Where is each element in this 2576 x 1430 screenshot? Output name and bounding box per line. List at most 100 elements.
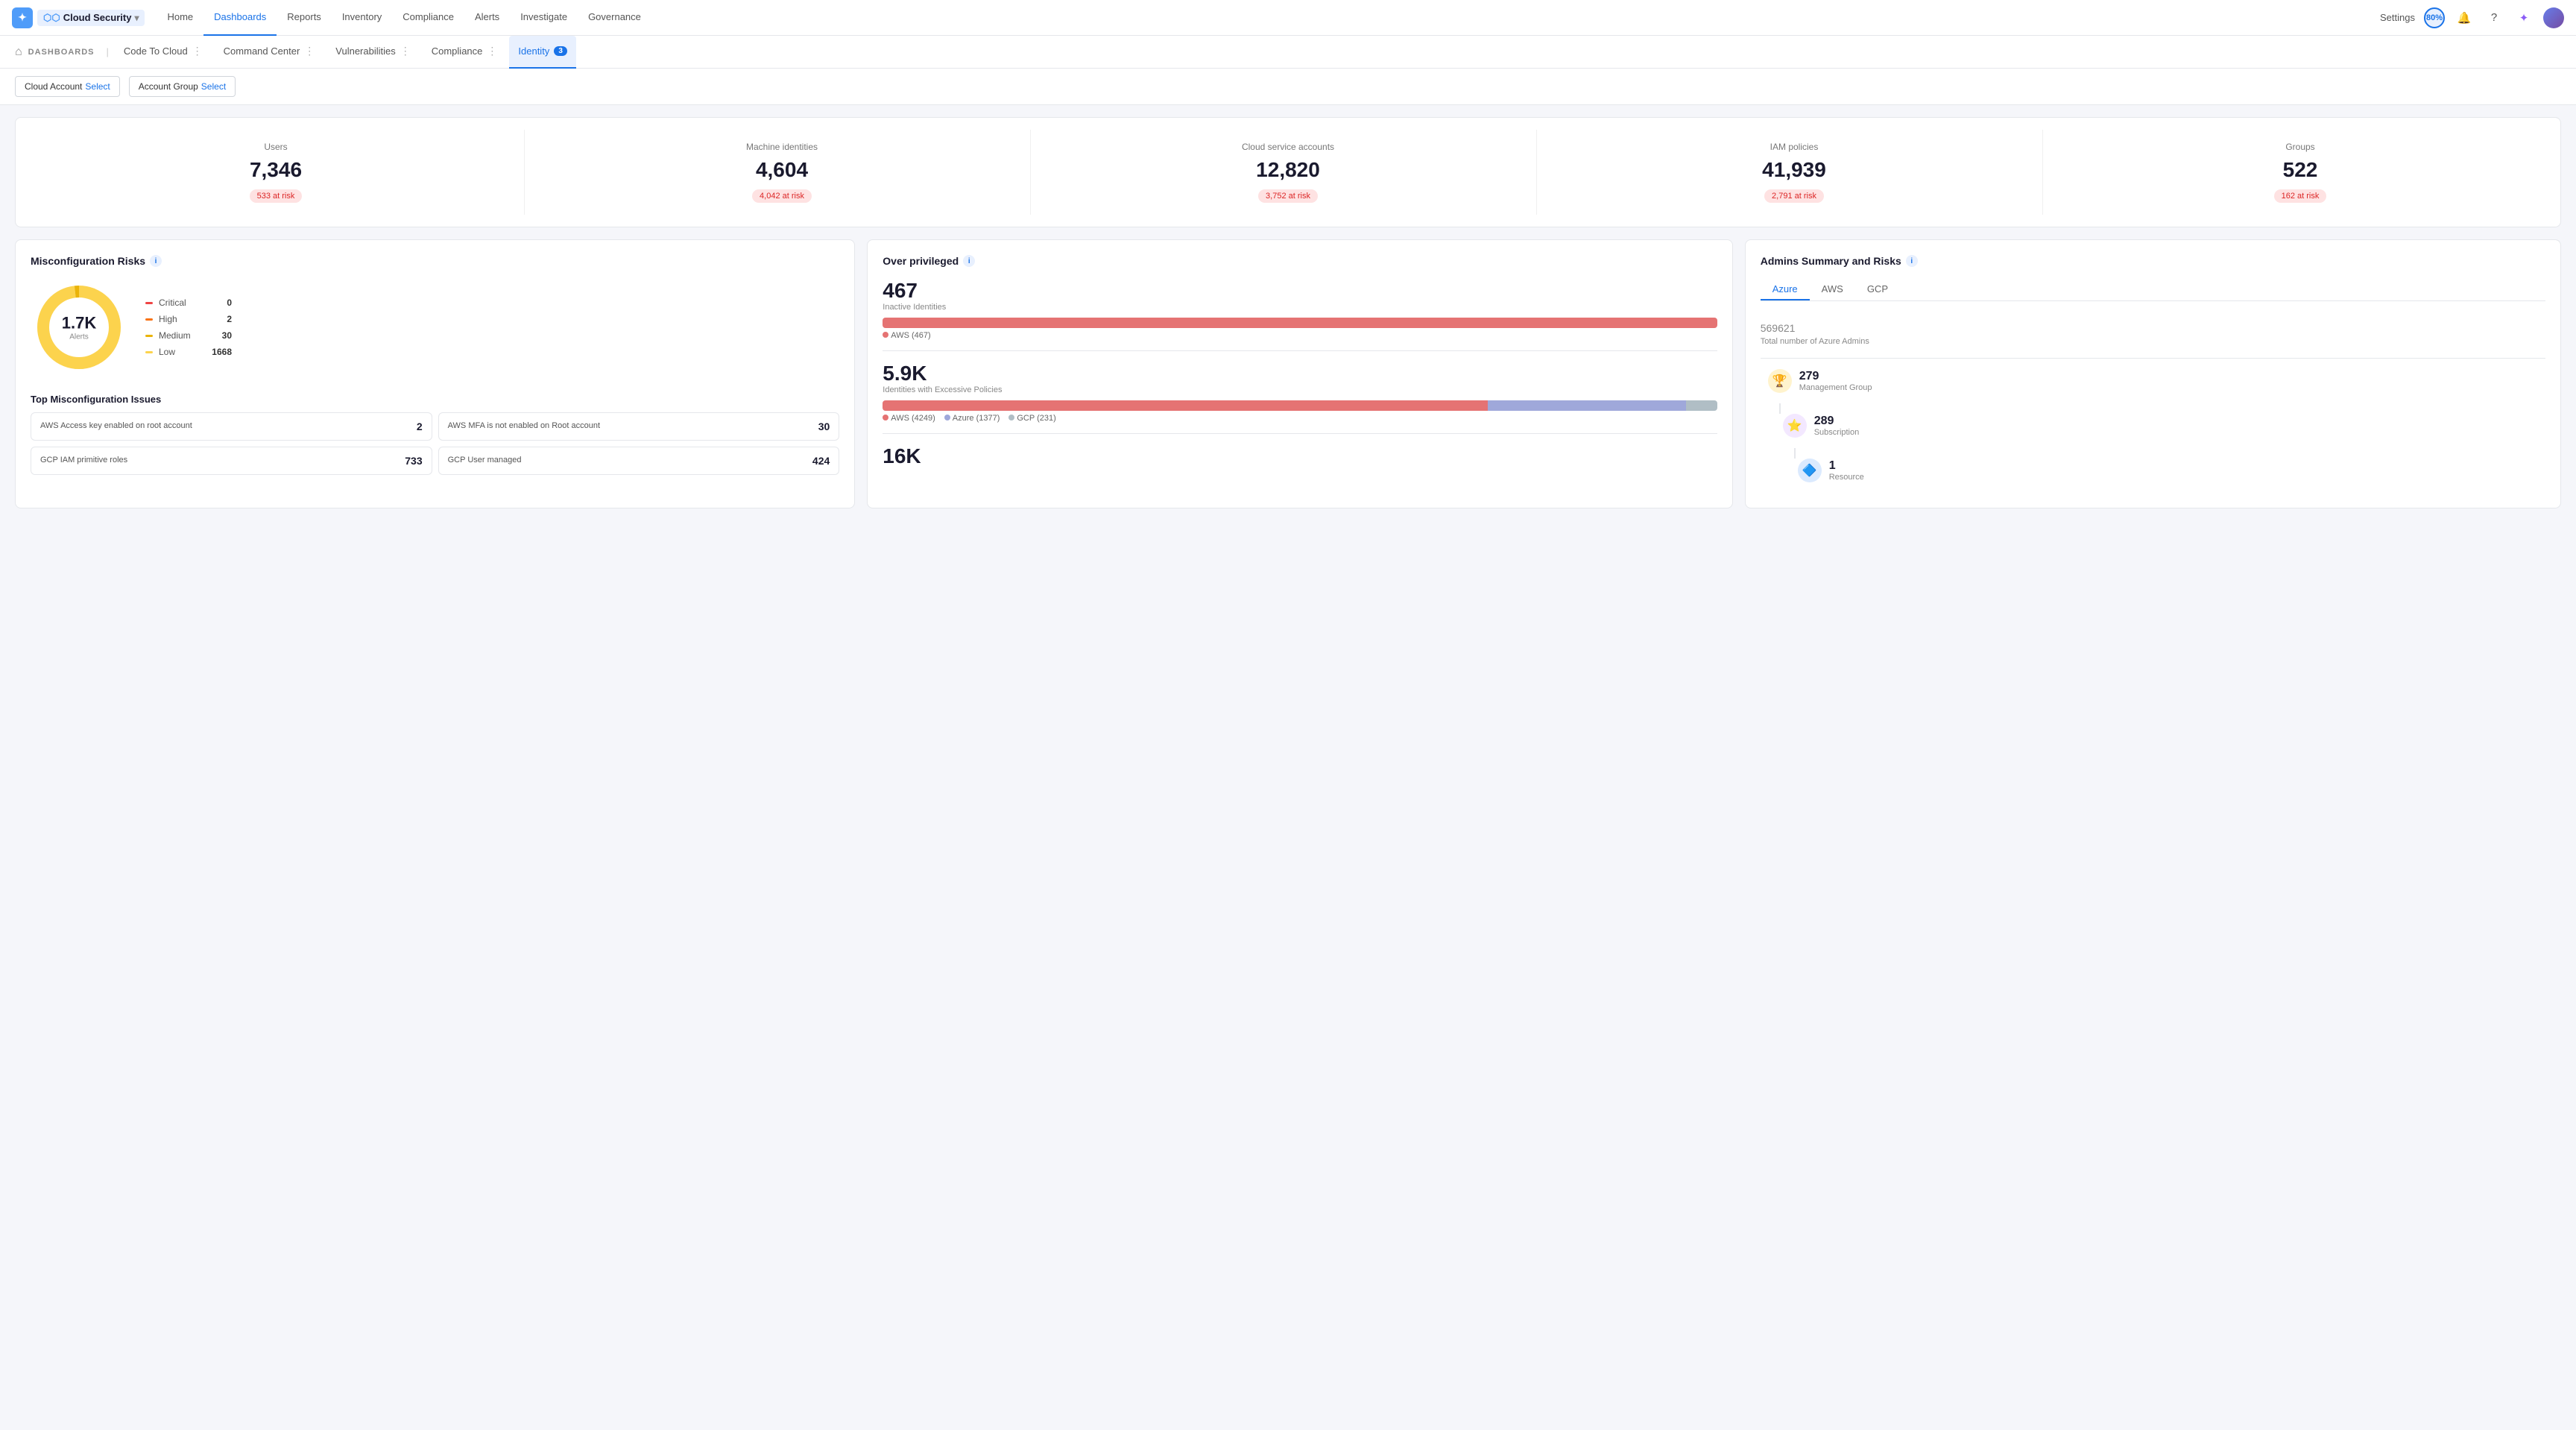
resource-info: 1 Resource	[1829, 459, 1864, 482]
users-label: Users	[264, 142, 287, 152]
tree-connector-1	[1779, 403, 1781, 414]
over-priv-info-icon[interactable]: i	[963, 255, 975, 267]
nav-alerts[interactable]: Alerts	[464, 0, 510, 36]
help-icon[interactable]: ?	[2484, 7, 2504, 28]
stat-card-cloud-service[interactable]: Cloud service accounts 12,820 3,752 at r…	[1040, 130, 1537, 215]
issues-grid: AWS Access key enabled on root account 2…	[31, 412, 839, 475]
management-group-value: 279	[1799, 370, 1872, 383]
tab-compliance[interactable]: Compliance ⋮	[423, 36, 507, 69]
admin-tab-aws[interactable]: AWS	[1810, 279, 1855, 300]
tab-identity[interactable]: Identity 3	[509, 36, 575, 69]
inactive-bar-legend: AWS (467)	[883, 331, 1717, 340]
stat-card-machine[interactable]: Machine identities 4,604 4,042 at risk	[534, 130, 1031, 215]
groups-risk: 162 at risk	[2274, 189, 2327, 203]
settings-link[interactable]: Settings	[2380, 12, 2415, 23]
main-content: Users 7,346 533 at risk Machine identiti…	[0, 105, 2576, 520]
tree-connector-2	[1794, 448, 1796, 459]
admins-summary-panel: Admins Summary and Risks i Azure AWS GCP…	[1745, 239, 2561, 508]
issue-2[interactable]: GCP IAM primitive roles 733	[31, 447, 432, 475]
nav-home[interactable]: Home	[157, 0, 203, 36]
bottom-stat-section: 16K	[883, 444, 1717, 468]
excessive-label: Identities with Excessive Policies	[883, 385, 1717, 394]
stat-card-iam[interactable]: IAM policies 41,939 2,791 at risk	[1546, 130, 2043, 215]
nav-compliance[interactable]: Compliance	[392, 0, 464, 36]
inactive-label: Inactive Identities	[883, 303, 1717, 312]
donut-label: Alerts	[62, 333, 96, 341]
resource-label: Resource	[1829, 473, 1864, 482]
issue-3-text: GCP User managed	[448, 455, 802, 466]
account-group-label: Account Group	[139, 81, 198, 92]
over-priv-title: Over privileged i	[883, 255, 1717, 267]
misconfig-info-icon[interactable]: i	[150, 255, 162, 267]
filter-bar: Cloud Account Select Account Group Selec…	[0, 69, 2576, 105]
issue-1[interactable]: AWS MFA is not enabled on Root account 3…	[438, 412, 840, 441]
tree-subscription[interactable]: ⭐ 289 Subscription	[1783, 414, 2545, 438]
tab-menu-icon[interactable]: ⋮	[304, 45, 315, 57]
issue-3[interactable]: GCP User managed 424	[438, 447, 840, 475]
user-avatar[interactable]	[2543, 7, 2564, 28]
notifications-icon[interactable]: 🔔	[2454, 7, 2475, 28]
issue-2-count: 733	[400, 455, 423, 467]
nav-inventory[interactable]: Inventory	[332, 0, 392, 36]
nav-investigate[interactable]: Investigate	[510, 0, 578, 36]
cloud-service-label: Cloud service accounts	[1242, 142, 1334, 152]
misconfig-title: Misconfiguration Risks i	[31, 255, 839, 267]
tab-menu-icon[interactable]: ⋮	[192, 45, 203, 57]
machine-risk: 4,042 at risk	[752, 189, 812, 203]
legend-low: Low 1668	[145, 347, 232, 357]
issue-3-count: 424	[807, 455, 830, 467]
subscription-info: 289 Subscription	[1814, 415, 1860, 437]
issue-2-text: GCP IAM primitive roles	[40, 455, 394, 466]
tree-management-group[interactable]: 🏆 279 Management Group	[1768, 369, 2545, 393]
management-group-label: Management Group	[1799, 383, 1872, 392]
cloud-service-value: 12,820	[1256, 158, 1320, 182]
inactive-bar-container: AWS (467)	[883, 318, 1717, 340]
donut-section: 1.7K Alerts Critical 0 High 2	[31, 279, 839, 376]
donut-value: 1.7K	[62, 314, 96, 333]
low-dot	[145, 351, 153, 353]
bottom-value: 16K	[883, 444, 1717, 468]
nav-dashboards[interactable]: Dashboards	[203, 0, 277, 36]
dashboard-label: DASHBOARDS	[28, 48, 95, 57]
dash-home-icon[interactable]: ⌂	[15, 45, 22, 59]
excessive-bar-aws	[883, 400, 1488, 411]
machine-label: Machine identities	[746, 142, 818, 152]
percentage-icon[interactable]: 80%	[2424, 7, 2445, 28]
tab-command-center[interactable]: Command Center ⋮	[215, 36, 324, 69]
donut-legend: Critical 0 High 2 Medium 30	[145, 297, 232, 357]
groups-value: 522	[2283, 158, 2318, 182]
tab-menu-icon[interactable]: ⋮	[400, 45, 411, 57]
tab-vulnerabilities[interactable]: Vulnerabilities ⋮	[326, 36, 419, 69]
cloud-account-filter[interactable]: Cloud Account Select	[15, 76, 120, 97]
tab-code-to-cloud[interactable]: Code To Cloud ⋮	[115, 36, 212, 69]
issue-0-text: AWS Access key enabled on root account	[40, 421, 394, 432]
management-group-icon: 🏆	[1768, 369, 1792, 393]
stat-card-users[interactable]: Users 7,346 533 at risk	[28, 130, 525, 215]
account-group-select[interactable]: Select	[201, 81, 226, 92]
excessive-bar-azure	[1488, 400, 1686, 411]
high-dot	[145, 318, 153, 321]
legend-high: High 2	[145, 314, 232, 324]
tree-resource[interactable]: 🔷 1 Resource	[1798, 459, 2545, 482]
groups-label: Groups	[2285, 142, 2314, 152]
ai-icon[interactable]: ✦	[2513, 7, 2534, 28]
app-logo[interactable]: ✦ ⬡⬡ Cloud Security ▾	[12, 7, 145, 28]
iam-risk: 2,791 at risk	[1764, 189, 1824, 203]
nav-reports[interactable]: Reports	[277, 0, 332, 36]
admin-tab-azure[interactable]: Azure	[1761, 279, 1810, 300]
admin-big-number: 569621	[1761, 313, 2545, 337]
nav-governance[interactable]: Governance	[578, 0, 651, 36]
legend-critical: Critical 0	[145, 297, 232, 308]
top-issues-title: Top Misconfiguration Issues	[31, 394, 839, 405]
stat-card-groups[interactable]: Groups 522 162 at risk	[2052, 130, 2548, 215]
top-navigation: ✦ ⬡⬡ Cloud Security ▾ Home Dashboards Re…	[0, 0, 2576, 36]
admin-tab-gcp[interactable]: GCP	[1855, 279, 1900, 300]
excessive-bar-gcp	[1686, 400, 1717, 411]
legend-medium: Medium 30	[145, 330, 232, 341]
over-privileged-panel: Over privileged i 467 Inactive Identitie…	[867, 239, 1732, 508]
account-group-filter[interactable]: Account Group Select	[129, 76, 236, 97]
issue-0[interactable]: AWS Access key enabled on root account 2	[31, 412, 432, 441]
cloud-account-select[interactable]: Select	[85, 81, 110, 92]
admins-info-icon[interactable]: i	[1906, 255, 1918, 267]
tab-menu-icon[interactable]: ⋮	[487, 45, 497, 57]
